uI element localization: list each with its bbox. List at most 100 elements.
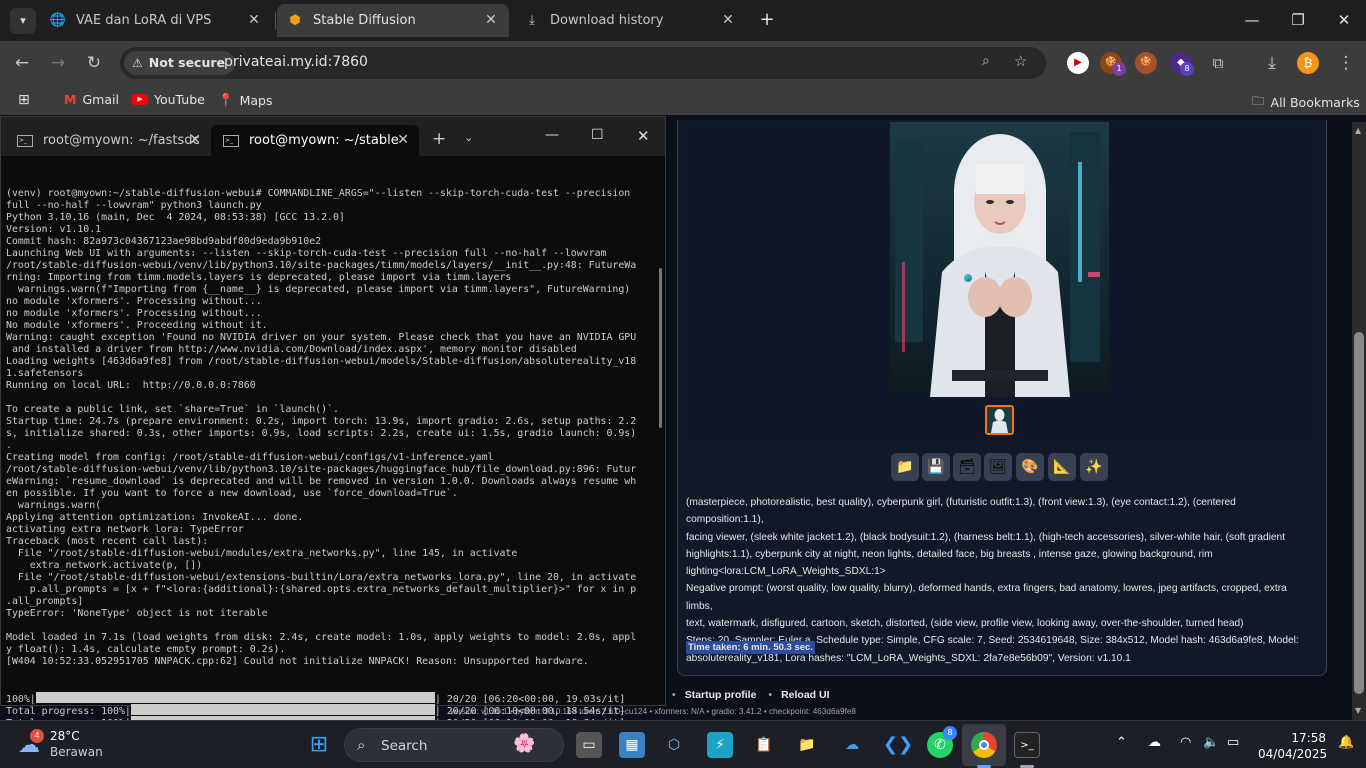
close-icon[interactable]: ✕	[483, 12, 499, 28]
archive-icon: 🗃	[958, 459, 976, 475]
apps-button[interactable]: ⊞	[18, 92, 30, 108]
task-view-button[interactable]: ▭	[576, 732, 602, 758]
scrollbar-thumb[interactable]	[1354, 332, 1364, 694]
url-text[interactable]: privateai.my.id:7860	[224, 54, 368, 70]
terminal-line: and installed a driver from http://www.n…	[6, 344, 577, 355]
terminal-line: p.all_prompts = [x + f"<lora:{additional…	[6, 584, 637, 595]
star-icon[interactable]: ☆	[1014, 52, 1027, 70]
app-icon[interactable]: 📋	[751, 732, 777, 758]
restore-button[interactable]: ❐	[1288, 10, 1308, 30]
minimize-button[interactable]: —	[1242, 10, 1262, 30]
forward-button[interactable]: →	[46, 51, 70, 75]
scroll-down-icon[interactable]: ▼	[1355, 706, 1361, 715]
terminal-maximize-button[interactable]: ☐	[591, 127, 604, 143]
terminal-line: y float(): 1.4s, calculate empty prompt:…	[6, 644, 286, 655]
all-bookmarks-button[interactable]: 🗀 All Bookmarks	[1252, 92, 1360, 113]
bookmark-label: Maps	[239, 92, 273, 108]
browser-tab[interactable]: ⤓ Download history ✕	[514, 4, 746, 37]
terminal-line: (venv) root@myown:~/stable-diffusion-web…	[6, 188, 631, 199]
prompt-line: (masterpiece, photorealistic, best quali…	[686, 497, 1236, 526]
reload-ui-link[interactable]: Reload UI	[781, 689, 829, 701]
chrome-button[interactable]	[971, 732, 997, 758]
terminal-tab-active[interactable]: >_ root@myown: ~/stable ✕	[211, 125, 419, 156]
cloud-sync-icon[interactable]: ☁	[1148, 735, 1161, 750]
extensions-button[interactable]: ⧉	[1206, 51, 1230, 75]
extension-badge: 1	[1112, 62, 1126, 76]
file-explorer-button[interactable]: 📁	[794, 732, 820, 758]
close-icon[interactable]: ✕	[720, 12, 736, 28]
new-tab-button[interactable]: +	[757, 10, 777, 30]
terminal-window[interactable]: >_ root@myown: ~/fastsdc ✕ >_ root@myown…	[0, 116, 666, 729]
close-icon[interactable]: ✕	[246, 12, 262, 28]
terminal-close-button[interactable]: ✕	[637, 127, 650, 145]
back-button[interactable]: ←	[10, 51, 34, 75]
gallery-thumbnail[interactable]	[985, 405, 1014, 435]
close-icon[interactable]: ✕	[397, 132, 409, 148]
chevron-up-icon[interactable]: ⌃	[1116, 735, 1127, 750]
send-to-inpaint-button[interactable]: 🎨	[1016, 453, 1044, 481]
extension-icon[interactable]: ◆ 8	[1170, 52, 1194, 76]
reload-button[interactable]: ↻	[82, 51, 106, 75]
progress-bar	[130, 704, 435, 715]
taskbar-search[interactable]: ⌕ Search 🌸	[344, 728, 564, 762]
extension-icon[interactable]: ▶	[1067, 52, 1089, 74]
close-icon: ✕	[1337, 11, 1351, 29]
windows-taskbar: ☁ 4 28°C Berawan ⊞ ⌕ Search 🌸 ▭ ▦ ⬡ ⚡ 📋 …	[0, 720, 1366, 768]
terminal-line: 1.safetensors	[6, 368, 84, 379]
bookmark-youtube[interactable]: ▶ YouTube	[132, 92, 205, 107]
downloads-button[interactable]: ⤓	[1260, 51, 1284, 75]
close-icon[interactable]: ✕	[189, 132, 201, 148]
terminal-dropdown-button[interactable]: ⌄	[464, 131, 473, 144]
terminal-scrollbar[interactable]	[657, 158, 665, 706]
zoom-icon[interactable]: ⌕	[982, 53, 990, 69]
terminal-scroll-thumb[interactable]	[659, 268, 662, 428]
app-icon[interactable]: ☁	[839, 732, 865, 758]
terminal-line: Version: v1.10.1	[6, 224, 102, 235]
battery-icon[interactable]: ▭	[1227, 735, 1239, 750]
address-bar[interactable]: ⚠ Not secure privateai.my.id:7860 ⌕ ☆	[120, 47, 1046, 79]
new-terminal-tab-button[interactable]: +	[432, 129, 446, 149]
scroll-up-icon[interactable]: ▲	[1355, 126, 1361, 135]
volume-icon[interactable]: 🔈	[1203, 735, 1219, 750]
virtualbox-icon[interactable]: ⬡	[661, 732, 687, 758]
terminal-taskbar-button[interactable]: >_	[1014, 732, 1040, 758]
app-icon[interactable]: ▦	[619, 732, 645, 758]
open-folder-button[interactable]: 📁	[891, 453, 919, 481]
send-to-extras-button[interactable]: 📐	[1048, 453, 1076, 481]
close-window-button[interactable]: ✕	[1334, 10, 1354, 30]
terminal-icon: >_	[17, 134, 33, 147]
extension-icon[interactable]: 🍪 1	[1100, 52, 1126, 76]
terminal-minimize-button[interactable]: —	[545, 127, 559, 143]
save-button[interactable]: 💾	[922, 453, 950, 481]
menu-button[interactable]: ⋮	[1334, 51, 1358, 75]
generated-image[interactable]	[890, 122, 1109, 397]
terminal-line: Loading weights [463d6a9fe8] from /root/…	[6, 356, 637, 367]
start-button[interactable]: ⊞	[306, 732, 332, 758]
terminal-tab[interactable]: >_ root@myown: ~/fastsdc ✕	[5, 125, 211, 156]
terminal-line: Creating model from config: /root/stable…	[6, 452, 494, 463]
bolt-icon: ⚡	[715, 737, 725, 753]
app-icon[interactable]: ⚡	[707, 732, 733, 758]
whatsapp-button[interactable]: ✆ 8	[927, 726, 957, 758]
browser-tab[interactable]: 🌐 VAE dan LoRA di VPS ✕	[40, 4, 272, 37]
vscode-button[interactable]: ❮❯	[883, 732, 913, 758]
bitcoin-extension-icon[interactable]: ₿	[1297, 52, 1319, 74]
upscale-button[interactable]: ✨	[1080, 453, 1108, 481]
send-to-img2img-button[interactable]: 🖼	[984, 453, 1012, 481]
bookmark-gmail[interactable]: M Gmail	[64, 92, 119, 107]
security-chip[interactable]: ⚠ Not secure	[124, 51, 236, 75]
zip-button[interactable]: 🗃	[953, 453, 981, 481]
tab-search-button[interactable]: ▾	[10, 8, 36, 34]
startup-profile-link[interactable]: Startup profile	[685, 689, 757, 701]
terminal-output[interactable]: (venv) root@myown:~/stable-diffusion-web…	[6, 164, 646, 752]
cookie-extension-icon[interactable]: 🍪	[1135, 52, 1157, 74]
bookmark-maps[interactable]: 📍 Maps	[218, 92, 272, 108]
gmail-icon: M	[64, 92, 77, 107]
terminal-titlebar[interactable]: >_ root@myown: ~/fastsdc ✕ >_ root@myown…	[1, 117, 665, 156]
clock[interactable]: 17:58 04/04/2025	[1258, 730, 1327, 762]
page-scrollbar[interactable]: ▲ ▼	[1352, 122, 1366, 720]
close-icon: ✕	[637, 127, 650, 145]
notification-bell-icon[interactable]: 🔔	[1338, 735, 1354, 750]
browser-tab-active[interactable]: ⬢ Stable Diffusion ✕	[277, 4, 509, 37]
wifi-icon[interactable]: ◠	[1180, 735, 1191, 750]
